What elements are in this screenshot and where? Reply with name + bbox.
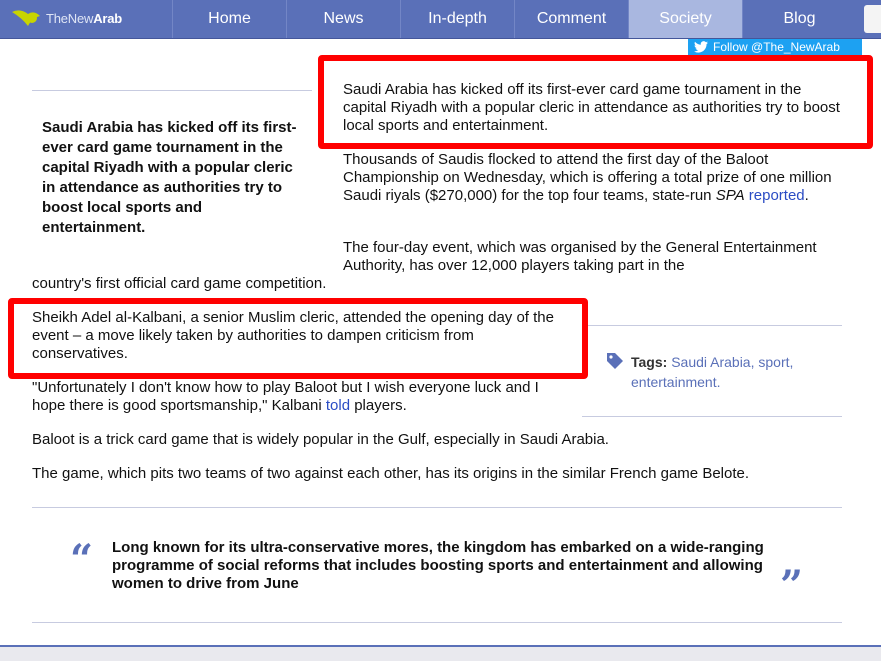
article-paragraph-2: Thousands of Saudis flocked to attend th… bbox=[343, 151, 832, 204]
nav-in-depth[interactable]: In-depth bbox=[400, 0, 514, 38]
tags-label: Tags: bbox=[631, 354, 668, 370]
tag-saudi-arabia[interactable]: Saudi Arabia bbox=[671, 354, 750, 370]
site-logo[interactable]: TheNewArab bbox=[0, 0, 170, 38]
twitter-follow-button[interactable]: Follow @The_NewArab bbox=[688, 39, 862, 55]
article-paragraph-3-cont: country's first official card game compe… bbox=[32, 275, 327, 292]
reported-link[interactable]: reported bbox=[749, 187, 805, 204]
divider bbox=[32, 622, 842, 623]
nav-comment[interactable]: Comment bbox=[514, 0, 628, 38]
tag-icon bbox=[607, 353, 623, 369]
open-quote-icon: “ bbox=[70, 536, 94, 583]
search-box[interactable] bbox=[864, 5, 881, 33]
logo-text: TheNewArab bbox=[46, 11, 123, 26]
nav-news[interactable]: News bbox=[286, 0, 400, 38]
close-quote-icon: ” bbox=[780, 562, 804, 609]
highlight-box bbox=[8, 298, 588, 379]
divider bbox=[32, 90, 312, 91]
tag-entertainment[interactable]: entertainment bbox=[631, 374, 717, 390]
source-name: SPA bbox=[715, 187, 745, 204]
told-link[interactable]: told bbox=[326, 397, 350, 414]
bird-logo-icon bbox=[12, 10, 40, 26]
nav-blog[interactable]: Blog bbox=[742, 0, 856, 38]
article-paragraph-6: Baloot is a trick card game that is wide… bbox=[32, 431, 609, 448]
highlight-box bbox=[318, 55, 873, 149]
article-paragraph-3: The four-day event, which was organised … bbox=[343, 239, 817, 274]
follow-label: Follow @The_NewArab bbox=[713, 40, 840, 54]
top-navbar: TheNewArab Home News In-depth Comment So… bbox=[0, 0, 881, 39]
twitter-bird-icon bbox=[694, 41, 708, 53]
divider bbox=[582, 325, 842, 326]
article-standfirst: Saudi Arabia has kicked off its first-ev… bbox=[42, 119, 297, 236]
nav-society[interactable]: Society bbox=[628, 0, 742, 38]
divider bbox=[32, 507, 842, 508]
article-paragraph-7: The game, which pits two teams of two ag… bbox=[32, 465, 750, 482]
pull-quote: Long known for its ultra-conservative mo… bbox=[112, 539, 764, 592]
divider bbox=[582, 416, 842, 417]
article-paragraph-5: "Unfortunately I don't know how to play … bbox=[32, 379, 539, 414]
nav-home[interactable]: Home bbox=[172, 0, 286, 38]
tag-sport[interactable]: sport bbox=[758, 354, 789, 370]
